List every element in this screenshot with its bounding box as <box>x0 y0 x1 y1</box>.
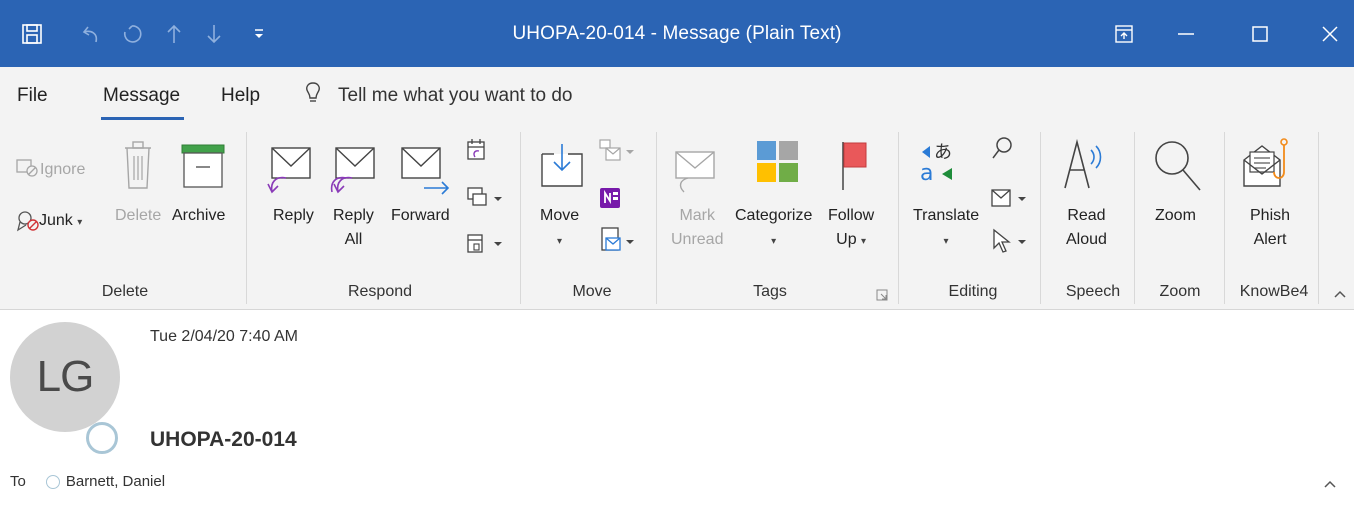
message-header: LG Tue 2/04/20 7:40 AM UHOPA-20-014 To B… <box>0 310 1354 513</box>
tell-me-text: Tell me what you want to do <box>338 85 573 106</box>
ribbon: Ignore Junk ▾ Delete Archive Delete Repl… <box>0 126 1354 310</box>
maximize-icon[interactable] <box>1230 0 1290 67</box>
collapse-header-icon[interactable] <box>1324 476 1336 494</box>
group-separator <box>1134 132 1135 304</box>
recipient-name[interactable]: Barnett, Daniel <box>66 473 165 490</box>
group-separator <box>520 132 521 304</box>
message-date: Tue 2/04/20 7:40 AM <box>150 328 298 345</box>
reply-button[interactable]: Reply <box>273 204 314 228</box>
meeting-reply-icon[interactable] <box>466 138 488 167</box>
reply-all-button[interactable]: Reply All <box>333 204 374 252</box>
zoom-group-label: Zoom <box>1159 283 1201 300</box>
move-folder-icon <box>540 142 586 193</box>
speech-group-label: Speech <box>1065 283 1121 300</box>
group-separator <box>898 132 899 304</box>
zoom-button[interactable]: Zoom <box>1155 204 1196 228</box>
junk-icon <box>16 210 40 237</box>
avatar[interactable]: LG <box>10 322 120 432</box>
reply-all-icon <box>330 146 378 201</box>
select-cursor-icon[interactable] <box>990 228 1028 259</box>
categorize-icon <box>756 140 800 189</box>
translate-icon: あa <box>918 140 962 193</box>
junk-button[interactable]: Junk ▾ <box>39 209 82 235</box>
follow-up-flag-icon <box>840 140 870 197</box>
collapse-ribbon-icon[interactable] <box>1334 286 1346 304</box>
group-separator <box>656 132 657 304</box>
active-tab-indicator <box>101 117 184 120</box>
knowbe4-group-label: KnowBe4 <box>1239 283 1309 300</box>
move-group-label: Move <box>572 283 612 300</box>
ignore-icon <box>16 158 40 183</box>
rules-icon[interactable] <box>598 138 636 169</box>
translate-button[interactable]: Translate ▾ <box>913 204 979 254</box>
mark-unread-button[interactable]: Mark Unread <box>671 204 723 252</box>
follow-up-button[interactable]: Follow Up ▾ <box>828 204 874 254</box>
delete-button[interactable]: Delete <box>115 204 161 228</box>
actions-icon[interactable] <box>598 226 636 259</box>
tell-me-search[interactable]: Tell me what you want to do <box>304 81 572 111</box>
to-label: To <box>10 473 26 490</box>
editing-group-label: Editing <box>948 283 998 300</box>
read-aloud-button[interactable]: Read Aloud <box>1066 204 1107 252</box>
recipient-presence-icon <box>45 474 60 489</box>
title-bar: UHOPA-20-014 - Message (Plain Text) <box>0 0 1354 67</box>
close-icon[interactable] <box>1300 0 1354 67</box>
more-respond-icon[interactable] <box>466 230 504 259</box>
group-separator <box>246 132 247 304</box>
find-search-icon[interactable] <box>990 136 1014 167</box>
forward-button[interactable]: Forward <box>391 204 450 228</box>
tab-file[interactable]: File <box>17 85 48 107</box>
zoom-magnifier-icon <box>1152 138 1204 199</box>
to-line: To Barnett, Daniel <box>10 473 165 490</box>
tab-message[interactable]: Message <box>103 85 180 107</box>
tab-help[interactable]: Help <box>221 85 260 107</box>
lightbulb-icon <box>304 81 322 111</box>
group-separator <box>1040 132 1041 304</box>
related-icon[interactable] <box>990 186 1028 215</box>
ignore-button[interactable]: Ignore <box>40 158 85 182</box>
onenote-icon[interactable] <box>598 186 622 215</box>
group-separator <box>1224 132 1225 304</box>
ribbon-tabs: File Message Help Tell me what you want … <box>0 67 1354 126</box>
mark-unread-icon <box>674 144 718 199</box>
im-reply-icon[interactable] <box>466 186 504 215</box>
message-subject: UHOPA-20-014 <box>150 428 297 451</box>
tags-group-label: Tags <box>753 283 787 300</box>
delete-trash-icon <box>121 138 155 199</box>
archive-icon <box>180 143 226 194</box>
forward-icon <box>400 146 452 201</box>
svg-text:a: a <box>920 161 933 186</box>
presence-status-icon <box>86 422 118 454</box>
respond-group-label: Respond <box>347 283 413 300</box>
minimize-icon[interactable] <box>1156 0 1216 67</box>
archive-button[interactable]: Archive <box>172 204 225 228</box>
categorize-button[interactable]: Categorize ▾ <box>735 204 812 254</box>
delete-group-label: Delete <box>101 283 149 300</box>
phish-alert-button[interactable]: Phish Alert <box>1250 204 1290 252</box>
reply-icon <box>266 146 314 201</box>
phish-alert-icon <box>1240 136 1292 197</box>
tags-dialog-launcher-icon[interactable] <box>876 288 888 306</box>
svg-text:あ: あ <box>934 142 952 163</box>
move-button[interactable]: Move ▾ <box>540 204 579 254</box>
read-aloud-icon <box>1061 138 1107 197</box>
group-separator <box>1318 132 1319 304</box>
ribbon-display-options-icon[interactable] <box>1094 0 1154 67</box>
